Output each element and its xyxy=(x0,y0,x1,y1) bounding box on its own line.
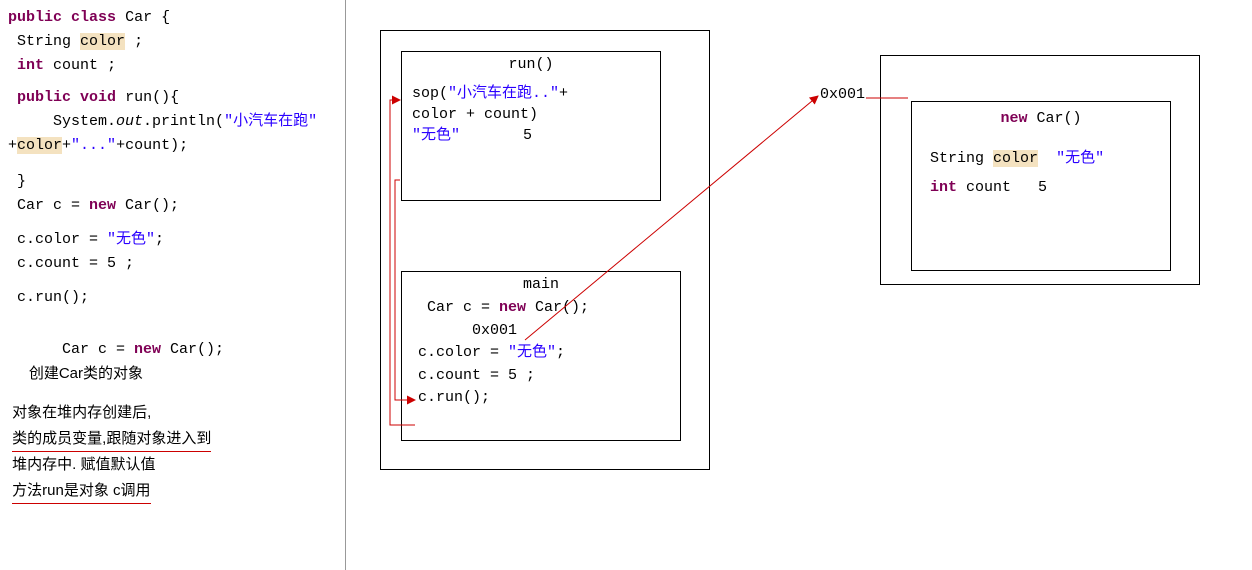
run-frame-box: run() sop("小汽车在跑.."+ color + count) "无色"… xyxy=(401,51,661,201)
kw: new xyxy=(134,341,161,358)
string: "无色" xyxy=(508,344,556,361)
note: Car(); xyxy=(161,341,224,358)
kw: void xyxy=(80,89,116,106)
semi: ; xyxy=(556,344,565,361)
kw: new xyxy=(1000,110,1027,127)
heap-memory-box: new Car() String color "无色" int count 5 xyxy=(880,55,1200,285)
code-panel: public class Car { String color ; int co… xyxy=(2,2,342,562)
string: "..." xyxy=(71,137,116,154)
kw: public xyxy=(17,89,71,106)
string: "小汽车在跑" xyxy=(224,113,317,130)
car-object-box: new Car() String color "无色" int count 5 xyxy=(911,101,1171,271)
semi: ; xyxy=(107,57,116,74)
brace: } xyxy=(17,173,26,190)
kw: int xyxy=(17,57,44,74)
note: 创建Car类的对象 xyxy=(29,365,143,382)
semi: ; xyxy=(155,231,164,248)
count-ref: +count); xyxy=(116,137,188,154)
field-color: color xyxy=(993,150,1038,167)
field-count: count xyxy=(957,179,1011,196)
note: 堆内存中. 赋值默认值 xyxy=(12,456,155,473)
kw: class xyxy=(71,9,116,26)
note-underlined: 方法run是对象 c调用 xyxy=(12,478,150,505)
type: String xyxy=(17,33,71,50)
field-color: color xyxy=(80,33,125,50)
method-run: run() xyxy=(125,89,170,106)
string: "小汽车在跑.." xyxy=(448,85,559,102)
stack-memory-box: run() sop("小汽车在跑.."+ color + count) "无色"… xyxy=(380,30,710,470)
semi: ; xyxy=(134,33,143,50)
sys: System. xyxy=(53,113,116,130)
string: "无色" xyxy=(1056,150,1104,167)
kw: new xyxy=(499,299,526,316)
code-text: + xyxy=(559,85,568,102)
main-frame-box: main Car c = new Car(); 0x001 c.color = … xyxy=(401,271,681,441)
string: "无色" xyxy=(412,127,460,144)
color-ref: color xyxy=(17,137,62,154)
code-text: c.run(); xyxy=(418,387,664,410)
value: 5 xyxy=(523,127,532,144)
brace: { xyxy=(170,89,179,106)
code-text: c.count = 5 ; xyxy=(418,365,664,388)
note: 对象在堆内存创建后, xyxy=(12,404,151,421)
class-name: Car xyxy=(125,9,152,26)
note: Car c = xyxy=(62,341,134,358)
heap-address-label: 0x001 xyxy=(820,86,865,103)
type: String xyxy=(930,150,984,167)
code-text: Car c = xyxy=(427,299,499,316)
code-text: sop( xyxy=(412,85,448,102)
assign: c.count = 5 ; xyxy=(17,255,134,272)
assign: c.color = xyxy=(17,231,107,248)
vertical-divider xyxy=(345,0,346,570)
code-text: c.color = xyxy=(418,344,508,361)
code-text: color + count) xyxy=(412,104,650,125)
note-underlined: 类的成员变量,跟随对象进入到 xyxy=(12,426,211,453)
main-frame-title: main xyxy=(402,276,680,293)
println: .println( xyxy=(143,113,224,130)
kw: new xyxy=(89,197,116,214)
call-run: c.run(); xyxy=(17,289,89,306)
out: out xyxy=(116,113,143,130)
brace: { xyxy=(161,9,170,26)
code-text: Car(); xyxy=(526,299,589,316)
string: "无色" xyxy=(107,231,155,248)
car-title: Car() xyxy=(1028,110,1082,127)
run-frame-title: run() xyxy=(402,56,660,73)
address: 0x001 xyxy=(472,322,517,339)
decl: Car c = xyxy=(17,197,89,214)
kw: public xyxy=(8,9,62,26)
value: 5 xyxy=(1011,179,1047,196)
new-car: Car(); xyxy=(116,197,179,214)
kw: int xyxy=(930,179,957,196)
field-count: count xyxy=(53,57,98,74)
